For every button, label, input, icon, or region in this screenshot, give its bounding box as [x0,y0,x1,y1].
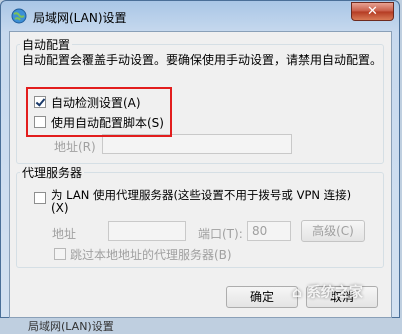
detect-settings-label[interactable]: 自动检测设置(A) [51,94,141,111]
use-proxy-label-hotkey[interactable]: (X) [51,201,69,215]
script-address-label: 地址(R) [54,140,96,154]
script-address-input[interactable] [102,134,292,154]
bypass-local-label[interactable]: 跳过本地地址的代理服务器(B) [70,246,232,263]
use-proxy-checkbox[interactable] [34,192,46,204]
detect-settings-checkbox[interactable] [34,96,46,108]
use-script-checkbox[interactable] [34,116,46,128]
proxy-group-title: 代理服务器 [20,164,85,181]
watermark-logo: ⌂ 系统之家 [292,282,363,302]
proxy-port-label: 端口(T): [198,227,243,241]
bypass-local-checkbox[interactable] [54,248,66,260]
ok-button[interactable]: 确定 [226,286,298,308]
close-icon: ✕ [367,4,378,19]
window-title: 局域网(LAN)设置 [33,11,127,25]
globe-icon [11,8,27,24]
auto-config-group-title: 自动配置 [20,36,73,53]
auto-config-description: 自动配置会覆盖手动设置。要确保使用手动设置，请禁用自动配置。 [22,53,383,67]
use-proxy-label[interactable]: 为 LAN 使用代理服务器(这些设置不用于拨号或 VPN 连接) [51,187,351,203]
advanced-button[interactable]: 高级(C) [301,220,365,242]
dialog-content: 自动配置 自动配置会覆盖手动设置。要确保使用手动设置，请禁用自动配置。 自动检测… [9,31,392,318]
watermark-text: 系统之家 [306,285,363,301]
title-bar[interactable]: 局域网(LAN)设置 ✕ [1,1,401,31]
close-button[interactable]: ✕ [351,2,394,21]
use-script-label[interactable]: 使用自动配置脚本(S) [51,114,164,131]
proxy-port-input[interactable]: 80 [247,221,291,241]
lan-settings-dialog: 局域网(LAN)设置 ✕ 自动配置 自动配置会覆盖手动设置。要确保使用手动设置，… [0,0,400,318]
background-window-title: 局域网(LAN)设置 [28,320,114,333]
house-logo-icon: ⌂ [292,285,303,301]
proxy-address-input[interactable] [108,221,186,241]
proxy-address-label: 地址 [52,227,77,241]
